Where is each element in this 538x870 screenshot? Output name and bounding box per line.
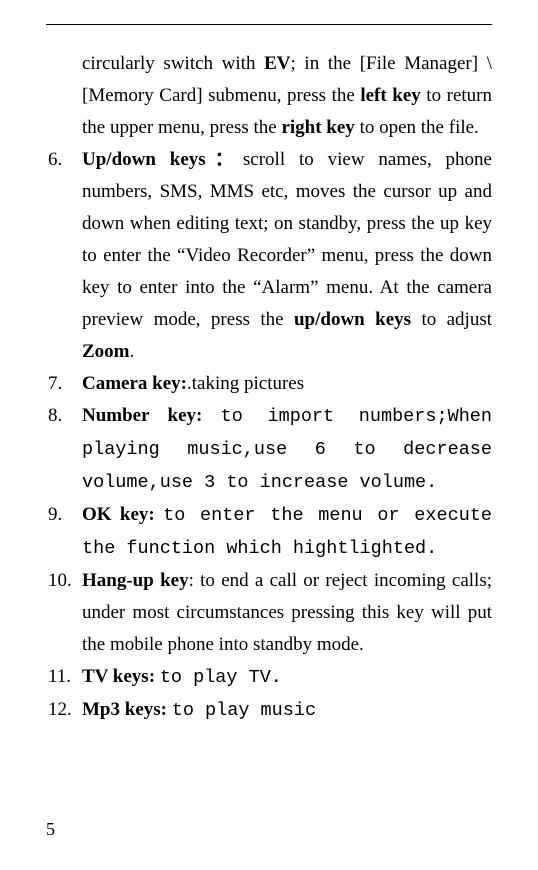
list-item-8: 8. Number key: to import numbers;When pl… [82,400,492,499]
item-number: 8. [48,400,78,432]
item-mono-text: to play music [172,700,316,721]
item-text: . [130,341,135,362]
item-text: to adjust [411,309,492,330]
item-number: 9. [48,499,78,531]
item-mono-text: to play TV. [160,667,282,688]
item-space [202,405,220,426]
list-item-6: 6. Up/down keys：scroll to view names, ph… [82,144,492,368]
item-label: OK key: [82,504,155,525]
item-label: Up/down keys： [82,149,243,170]
list-item-11: 11. TV keys: to play TV. [82,661,492,694]
lead-bold-ev: EV [264,53,290,74]
top-rule [46,24,492,25]
lead-paragraph: circularly switch with EV; in the [File … [82,48,492,144]
item-bold-updown: up/down keys [294,309,411,330]
item-number: 11. [48,661,78,693]
list-item-7: 7. Camera key:.taking pictures [82,368,492,400]
item-number: 7. [48,368,78,400]
item-list: 6. Up/down keys：scroll to view names, ph… [82,144,492,727]
item-space [155,504,163,525]
item-text: scroll to view names, phone numbers, SMS… [82,149,492,330]
item-label: Number key: [82,405,202,426]
lead-bold-leftkey: left key [360,85,420,106]
lead-bold-rightkey: right key [281,117,354,138]
item-label: Mp3 keys: [82,699,167,720]
lead-text-a: circularly switch with [82,53,264,74]
item-number: 6. [48,144,78,176]
item-text: .taking pictures [187,373,304,394]
item-label: Hang-up key [82,570,189,591]
item-number: 12. [48,694,78,726]
item-bold-zoom: Zoom [82,341,130,362]
item-label: TV keys: [82,666,155,687]
content-area: circularly switch with EV; in the [File … [82,48,492,727]
item-label: Camera key: [82,373,187,394]
list-item-12: 12. Mp3 keys: to play music [82,694,492,727]
list-item-10: 10. Hang-up key: to end a call or reject… [82,565,492,661]
list-item-9: 9. OK key: to enter the menu or execute … [82,499,492,565]
lead-text-g: to open the file. [355,117,479,138]
item-number: 10. [48,565,78,597]
page: circularly switch with EV; in the [File … [0,0,538,870]
page-number: 5 [46,819,55,840]
